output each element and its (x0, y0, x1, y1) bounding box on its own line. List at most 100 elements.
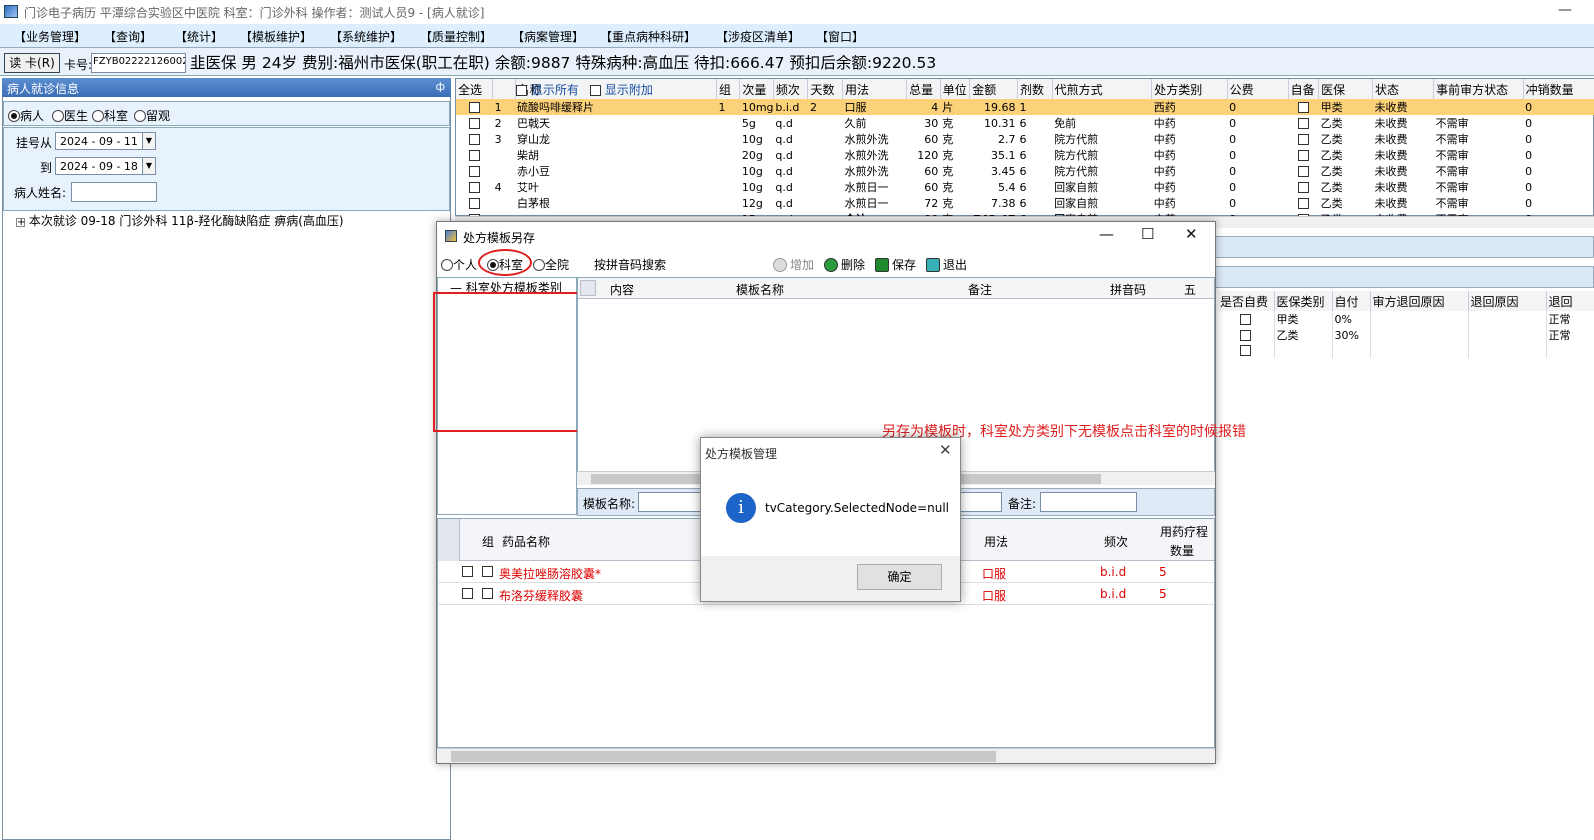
row-checkbox[interactable] (1297, 101, 1309, 113)
rx-row[interactable]: 4 艾叶 10g q.d 水煎日一 60 克 5.4 6 回家自煎 中药 0 乙类 未收费 不需审 0 (456, 179, 1594, 195)
rx-col-header[interactable] (492, 79, 516, 99)
close-icon[interactable]: ✕ (1185, 225, 1198, 243)
visit-tree-item[interactable]: + 本次就诊 09-18 门诊外科 11β-羟化酶缺陷症 痹病(高血压) (16, 212, 344, 229)
show-extra-checkbox[interactable]: 显示附加 (590, 81, 653, 98)
row-checkbox[interactable] (462, 588, 473, 599)
rx-col-header[interactable]: 剂数 (1017, 79, 1053, 99)
row-checkbox[interactable] (468, 149, 480, 161)
row-checkbox[interactable] (468, 197, 480, 209)
col-course: 用药疗程 (1160, 525, 1209, 539)
card-number-field[interactable]: FZYB022221260021 (91, 53, 186, 73)
radio-personal[interactable]: 个人 (441, 256, 477, 273)
reg-from-dropdown-icon[interactable]: ▼ (142, 132, 156, 150)
rx-cell: 0 (1525, 148, 1533, 162)
rx-col-header[interactable]: 组 (716, 79, 741, 99)
note-input[interactable] (1040, 492, 1137, 512)
menu-records[interactable]: 【病案管理】 (512, 28, 584, 45)
read-card-button[interactable]: 读 卡(R) (4, 53, 60, 73)
rx-row[interactable]: 1 硫酸吗啡缓释片 1 10mg b.i.d 2 口服 4 片 19.68 1 西药 0 甲类 未收费 0 (456, 99, 1594, 115)
rx-col-header[interactable]: 用法 (842, 79, 908, 99)
rx-col-header[interactable]: 单位 (940, 79, 971, 99)
row-checkbox[interactable] (1297, 149, 1309, 161)
self-pay-checkbox[interactable] (1240, 329, 1252, 341)
radio-hospital[interactable]: 全院 (533, 256, 569, 273)
rx-row[interactable]: 白茅根 12g q.d 水煎日一 72 克 7.38 6 回家自煎 中药 0 乙类 未收费 不需审 0 (456, 195, 1594, 211)
row-checkbox[interactable] (468, 133, 480, 145)
menu-query[interactable]: 【查询】 (104, 28, 152, 45)
row-checkbox[interactable] (1297, 117, 1309, 129)
rx-col-header[interactable]: 事前审方状态 (1433, 79, 1524, 99)
save-button[interactable]: 保存 (875, 256, 916, 273)
radio-doctor[interactable]: 医生 (52, 107, 88, 124)
reg-to-dropdown-icon[interactable]: ▼ (142, 157, 156, 175)
fee-col-header[interactable]: 是否自费 (1218, 291, 1275, 311)
group-checkbox[interactable] (482, 588, 493, 599)
row-checkbox[interactable] (1297, 197, 1309, 209)
pin-icon[interactable]: ф (436, 80, 445, 93)
group-checkbox[interactable] (482, 566, 493, 577)
rx-col-header[interactable]: 全选 (456, 79, 494, 99)
rx-cell: 10mg (739, 99, 774, 115)
rx-col-header[interactable]: 总量 (906, 79, 941, 99)
row-checkbox[interactable] (1297, 133, 1309, 145)
expand-icon[interactable]: + (16, 218, 25, 228)
fee-col-header[interactable]: 退回 (1546, 291, 1594, 311)
close-icon[interactable]: ✕ (939, 441, 952, 459)
reg-to-date[interactable]: 2024 - 09 - 18 (55, 157, 155, 175)
add-button[interactable]: 增加 (773, 256, 814, 273)
ok-button[interactable]: 确定 (857, 564, 942, 590)
rx-col-header[interactable]: 次量 (739, 79, 774, 99)
self-pay-checkbox[interactable] (1240, 313, 1252, 325)
menu-stats[interactable]: 【统计】 (175, 28, 223, 45)
menu-quality[interactable]: 【质量控制】 (420, 28, 492, 45)
menu-template[interactable]: 【模板维护】 (240, 28, 312, 45)
rx-col-header[interactable]: 天数 (807, 79, 844, 99)
row-checkbox[interactable] (1297, 181, 1309, 193)
self-pay-checkbox[interactable] (1240, 345, 1252, 356)
fee-row[interactable]: 甲类 0% 正常 (1218, 311, 1594, 327)
rx-col-header[interactable]: 频次 (773, 79, 809, 99)
rx-col-header[interactable]: 冲销数量 (1523, 79, 1594, 99)
drug-hscroll[interactable] (437, 748, 1215, 763)
rx-col-header[interactable]: 金额 (969, 79, 1019, 99)
show-all-checkbox[interactable]: 显示所有 (516, 81, 579, 98)
rx-col-header[interactable]: 处方类别 (1151, 79, 1228, 99)
menu-research[interactable]: 【重点病种科研】 (600, 28, 696, 45)
exit-button[interactable]: 退出 (926, 256, 967, 273)
minimize-icon[interactable]: — (1558, 2, 1572, 18)
maximize-icon[interactable]: ☐ (1141, 225, 1154, 243)
row-checkbox[interactable] (468, 117, 480, 129)
menu-business[interactable]: 【业务管理】 (14, 28, 86, 45)
minimize-icon[interactable]: — (1099, 225, 1114, 243)
row-checkbox[interactable] (468, 165, 480, 177)
rx-col-header[interactable]: 代煎方式 (1052, 79, 1153, 99)
rx-col-header[interactable]: 自备 (1288, 79, 1320, 99)
radio-observe[interactable]: 留观 (134, 107, 170, 124)
rx-col-header[interactable]: 医保 (1318, 79, 1374, 99)
rx-row[interactable]: 3 穿山龙 10g q.d 水煎外洗 60 克 2.7 6 院方代煎 中药 0 乙类 未收费 不需审 0 (456, 131, 1594, 147)
fee-col-header[interactable]: 医保类别 (1274, 291, 1333, 311)
fee-col-header[interactable]: 自付 (1332, 291, 1371, 311)
delete-button[interactable]: 删除 (824, 256, 865, 273)
fee-row[interactable] (1218, 343, 1594, 358)
rx-cell: 120 (917, 148, 939, 162)
menu-epidemic[interactable]: 【涉疫区清单】 (716, 28, 800, 45)
patient-name-input[interactable] (71, 182, 157, 202)
rx-col-header[interactable]: 公费 (1227, 79, 1289, 99)
reg-from-date[interactable]: 2024 - 09 - 11 (55, 132, 155, 150)
fee-col-header[interactable]: 审方退回原因 (1370, 291, 1469, 311)
radio-patient[interactable]: 病人 (8, 107, 44, 124)
rx-col-header[interactable]: 状态 (1372, 79, 1435, 99)
row-checkbox[interactable] (468, 181, 480, 193)
rx-row[interactable]: 2 巴戟天 5g q.d 久前 30 克 10.31 6 免前 中药 0 乙类 未收费 不需审 0 (456, 115, 1594, 131)
rx-row[interactable]: 赤小豆 10g q.d 水煎外洗 60 克 3.45 6 院方代煎 中药 0 乙类 未收费 不需审 0 (456, 163, 1594, 179)
radio-dept[interactable]: 科室 (92, 107, 128, 124)
row-checkbox[interactable] (1297, 165, 1309, 177)
rx-row[interactable]: 柴胡 20g q.d 水煎外洗 120 克 35.1 6 院方代煎 中药 0 乙类 未收费 不需审 0 (456, 147, 1594, 163)
menu-system[interactable]: 【系统维护】 (330, 28, 402, 45)
row-checkbox[interactable] (462, 566, 473, 577)
fee-col-header[interactable]: 退回原因 (1468, 291, 1547, 311)
fee-row[interactable]: 乙类 30% 正常 (1218, 327, 1594, 343)
row-checkbox[interactable] (468, 101, 480, 113)
menu-window[interactable]: 【窗口】 (816, 28, 864, 45)
